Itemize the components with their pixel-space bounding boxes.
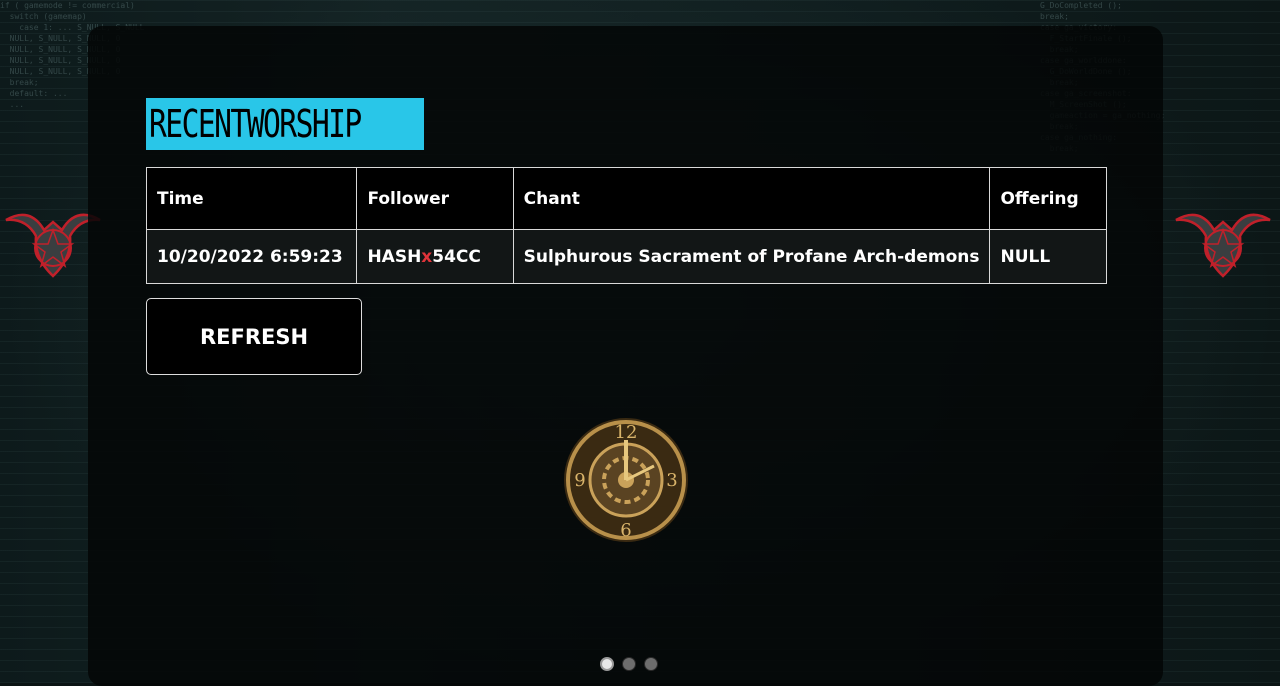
follower-prefix: HASH	[367, 246, 422, 267]
clock-icon: 12 3 6 9	[564, 418, 688, 542]
follower-suffix: 54CC	[432, 246, 481, 267]
worship-table: Time Follower Chant Offering 10/20/2022 …	[145, 167, 1107, 284]
svg-text:9: 9	[574, 470, 585, 491]
table-header-row: Time Follower Chant Offering	[145, 167, 1107, 230]
column-header-follower: Follower	[356, 167, 514, 230]
page-title-text: RECENTWORSHIP	[149, 102, 362, 146]
cell-time: 10/20/2022 6:59:23	[145, 229, 358, 284]
horned-skull-icon-right	[1175, 213, 1271, 278]
page-title: RECENTWORSHIP	[146, 98, 424, 150]
table-row: 10/20/2022 6:59:23 HASHx54CC Sulphurous …	[145, 229, 1107, 284]
cell-follower: HASHx54CC	[356, 229, 514, 284]
cell-offering: NULL	[989, 229, 1107, 284]
carousel-dot-2[interactable]	[622, 657, 636, 671]
carousel-dot-1[interactable]	[600, 657, 614, 671]
column-header-time: Time	[145, 167, 358, 230]
cell-chant: Sulphurous Sacrament of Profane Arch-dem…	[512, 229, 991, 284]
column-header-chant: Chant	[512, 167, 991, 230]
refresh-button[interactable]: REFRESH	[146, 298, 362, 375]
carousel-dot-3[interactable]	[644, 657, 658, 671]
follower-mark: x	[421, 246, 433, 267]
svg-text:3: 3	[666, 470, 677, 491]
svg-text:6: 6	[620, 520, 631, 541]
svg-text:12: 12	[615, 422, 638, 443]
column-header-offering: Offering	[989, 167, 1107, 230]
carousel-dots	[600, 657, 658, 671]
